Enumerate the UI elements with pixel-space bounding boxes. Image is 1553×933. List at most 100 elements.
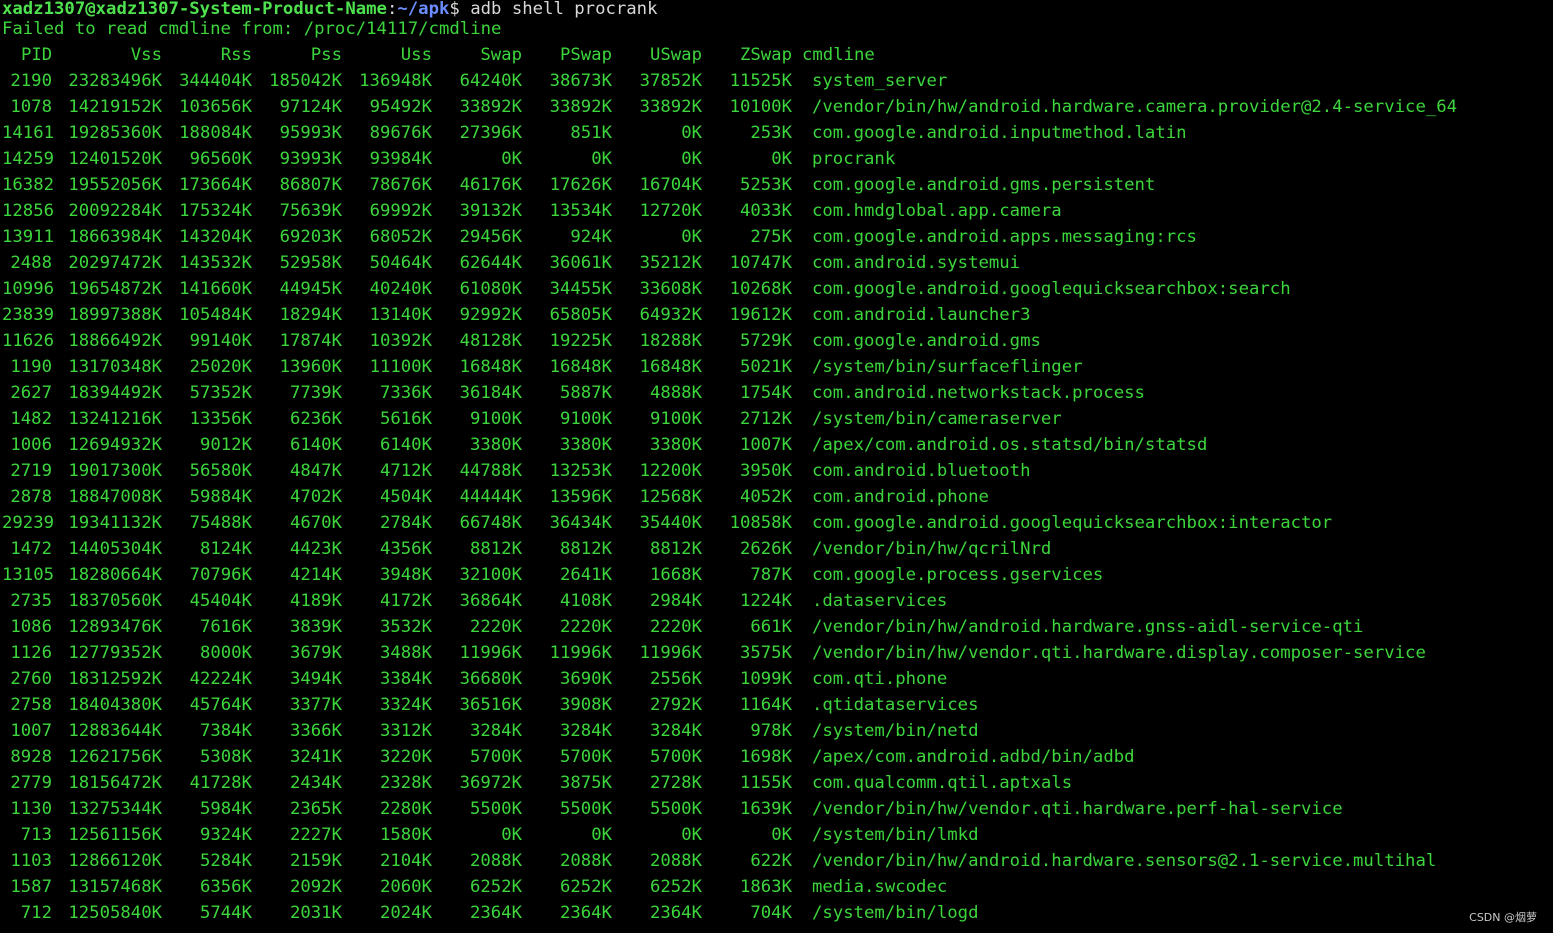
table-row: 16382 19552056K 173664K 86807K 78676K 46176K 1… (2, 176, 1551, 202)
cell-pswap: 0K (591, 825, 612, 845)
cell-uss: 78676K (369, 175, 432, 195)
table-row: 14161 19285360K 188084K 95993K 89676K 27396K 8… (2, 124, 1551, 150)
cell-vss: 18404380K (68, 695, 162, 715)
cell-pswap: 2220K (559, 617, 612, 637)
cell-zswap: 661K (750, 617, 792, 637)
cell-pswap: 5700K (559, 747, 612, 767)
table-row: 13911 18663984K 143204K 69203K 68052K 29456K 9… (2, 228, 1551, 254)
cell-uss: 2328K (379, 773, 432, 793)
cell-uss: 3324K (379, 695, 432, 715)
cell-pid: 2758 (10, 695, 52, 715)
cell-cmdline: com.qualcomm.qtil.aptxals (812, 773, 1073, 793)
cell-zswap: 1863K (739, 877, 792, 897)
cell-pswap: 36061K (549, 253, 612, 273)
cell-swap: 46176K (459, 175, 522, 195)
cell-vss: 12779352K (68, 643, 162, 663)
cell-pswap: 65805K (549, 305, 612, 325)
cell-rss: 6356K (199, 877, 252, 897)
cell-pswap: 0K (591, 149, 612, 169)
cell-cmdline: procrank (812, 149, 896, 169)
cell-pswap: 16848K (549, 357, 612, 377)
cell-swap: 2220K (469, 617, 522, 637)
cell-swap: 0K (501, 149, 522, 169)
terminal-window[interactable]: xadz1307@xadz1307-System-Product-Name:~/… (2, 0, 1551, 933)
cell-rss: 9324K (199, 825, 252, 845)
cell-uss: 3488K (379, 643, 432, 663)
cell-pss: 4670K (289, 513, 342, 533)
prompt-path: ~/apk (397, 0, 450, 19)
cell-pid: 1587 (10, 877, 52, 897)
cell-rss: 75488K (189, 513, 252, 533)
cell-pss: 2031K (289, 903, 342, 923)
cell-swap: 48128K (459, 331, 522, 351)
cell-pid: 16382 (2, 175, 55, 195)
table-row: 713 12561156K 9324K 2227K 1580K 0K 0K 0K 0K/syst… (2, 826, 1551, 852)
cell-uss: 4712K (379, 461, 432, 481)
cell-rss: 42224K (189, 669, 252, 689)
table-row: 1126 12779352K 8000K 3679K 3488K 11996K 11996K… (2, 644, 1551, 670)
cell-uss: 2060K (379, 877, 432, 897)
cell-vss: 13170348K (68, 357, 162, 377)
cell-pid: 1006 (10, 435, 52, 455)
cell-pid: 13105 (2, 565, 55, 585)
cell-uss: 10392K (369, 331, 432, 351)
cell-swap: 16848K (459, 357, 522, 377)
table-row: 1007 12883644K 7384K 3366K 3312K 3284K 3284K 32… (2, 722, 1551, 748)
cell-uswap: 33608K (639, 279, 702, 299)
cell-pid: 1130 (10, 799, 52, 819)
cell-pid: 29239 (2, 513, 55, 533)
cell-vss: 18156472K (68, 773, 162, 793)
cell-cmdline: media.swcodec (812, 877, 948, 897)
cell-rss: 8000K (199, 643, 252, 663)
cell-vss: 19285360K (68, 123, 162, 143)
cell-pid: 14259 (2, 149, 55, 169)
cell-cmdline: com.android.launcher3 (812, 305, 1031, 325)
cell-vss: 18394492K (68, 383, 162, 403)
cell-zswap: 1155K (739, 773, 792, 793)
cell-pss: 44945K (279, 279, 342, 299)
cell-pid: 1086 (10, 617, 52, 637)
cell-swap: 3284K (469, 721, 522, 741)
cell-swap: 39132K (459, 201, 522, 221)
cell-pswap: 3380K (559, 435, 612, 455)
cell-pswap: 5500K (559, 799, 612, 819)
cell-vss: 19552056K (68, 175, 162, 195)
cell-cmdline: /vendor/bin/hw/android.hardware.sensors@… (812, 851, 1437, 871)
cell-swap: 27396K (459, 123, 522, 143)
cell-pss: 52958K (279, 253, 342, 273)
cell-zswap: 10747K (729, 253, 792, 273)
cell-uss: 3532K (379, 617, 432, 637)
cell-uss: 69992K (369, 201, 432, 221)
cell-uswap: 2220K (649, 617, 702, 637)
cell-cmdline: .dataservices (812, 591, 948, 611)
cell-zswap: 253K (750, 123, 792, 143)
cell-uss: 3312K (379, 721, 432, 741)
cell-rss: 5744K (199, 903, 252, 923)
cell-swap: 92992K (459, 305, 522, 325)
cell-cmdline: com.google.process.gservices (812, 565, 1104, 585)
cell-uswap: 2984K (649, 591, 702, 611)
cell-pswap: 13253K (549, 461, 612, 481)
cell-cmdline: /vendor/bin/hw/android.hardware.camera.p… (812, 97, 1458, 117)
cell-pid: 14161 (2, 123, 55, 143)
cell-uswap: 16848K (639, 357, 702, 377)
cell-vss: 18370560K (68, 591, 162, 611)
cell-cmdline: com.google.android.googlequicksearchbox:… (812, 513, 1333, 533)
cell-rss: 45764K (189, 695, 252, 715)
table-row: 12856 20092284K 175324K 75639K 69992K 39132K 1… (2, 202, 1551, 228)
cell-swap: 36184K (459, 383, 522, 403)
cell-pswap: 13596K (549, 487, 612, 507)
table-row: 1482 13241216K 13356K 6236K 5616K 9100K 9100K 9… (2, 410, 1551, 436)
cell-zswap: 1164K (739, 695, 792, 715)
cell-rss: 25020K (189, 357, 252, 377)
table-row: 10996 19654872K 141660K 44945K 40240K 61080K 3… (2, 280, 1551, 306)
cell-vss: 12893476K (68, 617, 162, 637)
cell-vss: 18866492K (68, 331, 162, 351)
cell-uswap: 4888K (649, 383, 702, 403)
cell-uswap: 2088K (649, 851, 702, 871)
table-row: 2758 18404380K 45764K 3377K 3324K 36516K 3908K… (2, 696, 1551, 722)
cell-uswap: 16704K (639, 175, 702, 195)
cell-pswap: 38673K (549, 71, 612, 91)
cell-zswap: 5021K (739, 357, 792, 377)
cell-cmdline: /system/bin/cameraserver (812, 409, 1062, 429)
